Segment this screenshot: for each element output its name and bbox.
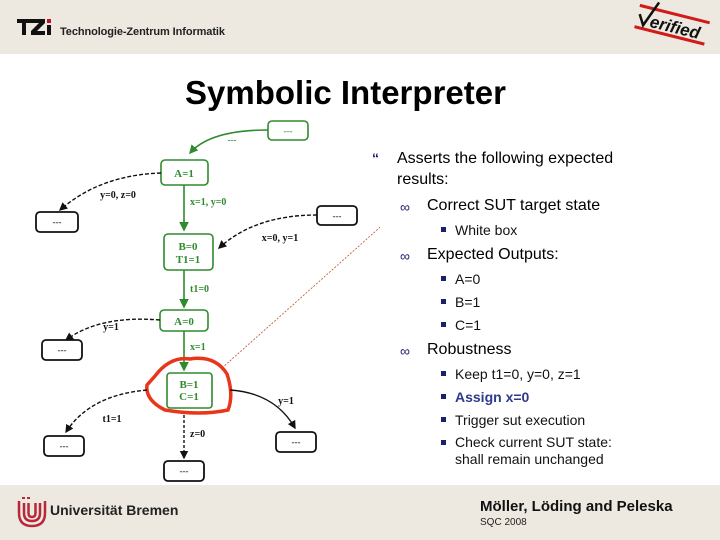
main-bullet-line2: results: — [397, 171, 449, 188]
list-item: A=0 — [372, 270, 692, 288]
transition-label: y=0, z=0 — [100, 190, 136, 201]
square-bullet-icon — [441, 322, 446, 327]
other-state-label: --- — [60, 441, 69, 451]
square-bullet-icon — [441, 276, 446, 281]
section-heading-text: Expected Outputs: — [427, 246, 559, 263]
square-bullet-icon — [441, 299, 446, 304]
bullet-list: “ Asserts the following expected results… — [372, 148, 692, 468]
list-item-text: B=1 — [455, 294, 481, 310]
list-item: Keep t1=0, y=0, z=1 — [372, 365, 692, 383]
section-heading-text: Correct SUT target state — [427, 197, 601, 214]
svg-text:erified: erified — [648, 12, 703, 43]
square-bullet-icon — [441, 440, 446, 445]
transition-label: z=0 — [190, 429, 205, 440]
state-label: B=1 — [179, 379, 198, 391]
state-label: B=0 — [178, 241, 198, 253]
main-bullet: “ Asserts the following expected results… — [372, 148, 692, 190]
other-state-top-label: --- — [284, 126, 293, 136]
transition-label: t1=0 — [190, 284, 209, 295]
list-item-text-line2: shall remain unchanged — [455, 451, 604, 467]
section-heading: ∞ Robustness — [372, 340, 692, 360]
other-state-label: --- — [58, 345, 67, 355]
square-bullet-icon — [441, 371, 446, 376]
bullet-marker-icon: “ — [372, 150, 379, 166]
university-name: Universität Bremen — [50, 502, 179, 518]
transition-label: x=0, y=1 — [262, 233, 298, 244]
list-item: White box — [372, 221, 692, 239]
university-logo-icon — [17, 497, 47, 528]
main-bullet-line1: Asserts the following expected — [397, 150, 614, 167]
list-item-text: White box — [455, 222, 518, 238]
transition-label: --- — [228, 135, 237, 145]
list-item-text-line1: Check current SUT state: — [455, 434, 612, 450]
conference: SQC 2008 — [480, 517, 527, 528]
list-item-emphasized: Assign x=0 — [372, 388, 692, 406]
list-item: B=1 — [372, 293, 692, 311]
square-bullet-icon — [441, 394, 446, 399]
other-state-label: --- — [180, 466, 189, 476]
other-state-label: --- — [292, 437, 301, 447]
state-label: A=0 — [174, 316, 194, 328]
list-item: Trigger sut execution — [372, 411, 692, 429]
list-item-text: C=1 — [455, 317, 482, 333]
square-bullet-icon — [441, 227, 446, 232]
state-label: A=1 — [174, 168, 194, 180]
list-item: Check current SUT state: shall remain un… — [372, 434, 692, 468]
section-marker-icon: ∞ — [400, 343, 410, 359]
other-state-label: --- — [53, 217, 62, 227]
transition-label: t1=1 — [102, 414, 121, 425]
section-heading: ∞ Expected Outputs: — [372, 245, 692, 265]
transition-label: x=1 — [190, 342, 206, 353]
list-item-text: Assign x=0 — [455, 389, 530, 405]
list-item-text: A=0 — [455, 271, 481, 287]
section-heading: ∞ Correct SUT target state — [372, 196, 692, 216]
list-item: C=1 — [372, 316, 692, 334]
state-label: T1=1 — [176, 254, 201, 266]
transition-label: y=1 — [278, 396, 294, 407]
section-heading-text: Robustness — [427, 341, 512, 358]
other-state-label: --- — [333, 211, 342, 221]
transition-label: y=1 — [103, 322, 119, 333]
section-marker-icon: ∞ — [400, 199, 410, 215]
square-bullet-icon — [441, 417, 446, 422]
list-item-text: Trigger sut execution — [455, 412, 586, 428]
state-label: C=1 — [179, 391, 199, 403]
authors: Möller, Löding and Peleska — [480, 498, 673, 515]
state-machine-diagram: --- --- A=1 y=0, z=0 --- x=1, y=0 B=0 T1… — [35, 120, 380, 482]
section-marker-icon: ∞ — [400, 248, 410, 264]
transition-label: x=1, y=0 — [190, 197, 226, 208]
transition-B1-to-left3 — [65, 389, 148, 434]
verified-badge-icon: erified — [634, 2, 710, 46]
list-item-text: Keep t1=0, y=0, z=1 — [455, 366, 581, 382]
